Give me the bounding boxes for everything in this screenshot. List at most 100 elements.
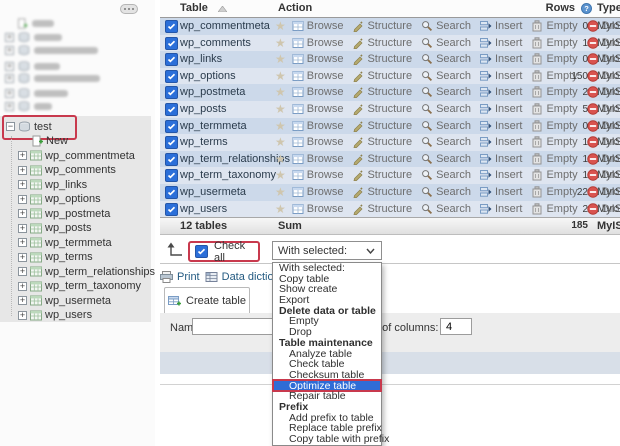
favorite-star-icon[interactable]: ★ [275, 185, 286, 199]
check-all-label[interactable]: Check all [214, 240, 258, 264]
check-all-checkbox[interactable] [195, 245, 208, 258]
table-name-link[interactable]: wp_options [180, 70, 236, 82]
search-action-link[interactable]: Search [421, 86, 471, 98]
row-checkbox[interactable] [165, 202, 178, 216]
structure-action-link[interactable]: Structure [352, 136, 412, 149]
column-header-table[interactable]: Table [180, 2, 208, 14]
row-checkbox[interactable] [165, 119, 178, 133]
search-action-link[interactable]: Search [421, 203, 471, 215]
structure-action-link[interactable]: Structure [352, 37, 412, 49]
browse-action-link[interactable]: Browse [292, 136, 343, 148]
expand-box-icon[interactable]: + [18, 151, 27, 160]
favorite-star-icon[interactable]: ★ [275, 168, 286, 182]
number-of-columns-input[interactable] [440, 318, 472, 335]
table-name-link[interactable]: wp_posts [180, 103, 226, 115]
row-checkbox[interactable] [165, 86, 178, 100]
search-action-link[interactable]: Search [421, 53, 471, 65]
expand-box-icon[interactable]: + [18, 310, 27, 320]
sidebar-item-blurred[interactable]: + [5, 73, 100, 84]
sidebar-item-blurred[interactable]: + [5, 45, 98, 56]
structure-action-link[interactable]: Structure [352, 120, 412, 132]
search-action-link[interactable]: Search [421, 153, 471, 165]
favorite-star-icon[interactable]: ★ [275, 202, 286, 216]
browse-action-link[interactable]: Browse [292, 103, 343, 115]
expand-box-icon[interactable]: + [18, 252, 27, 262]
expand-box-icon[interactable]: + [5, 62, 14, 71]
search-action-link[interactable]: Search [421, 37, 471, 49]
table-name-link[interactable]: wp_postmeta [180, 86, 245, 98]
table-name-link[interactable]: wp_usermeta [180, 186, 246, 198]
sidebar-item-table[interactable]: + wp_term_relationships [18, 264, 155, 279]
table-name-link[interactable]: wp_comments [180, 37, 251, 49]
table-name-link[interactable]: wp_termmeta [180, 120, 247, 132]
browse-action-link[interactable]: Browse [292, 70, 343, 82]
expand-box-icon[interactable]: + [5, 74, 14, 83]
search-action-link[interactable]: Search [421, 103, 471, 115]
search-action-link[interactable]: Search [421, 20, 471, 32]
column-header-rows[interactable]: Rows [515, 2, 575, 14]
expand-box-icon[interactable]: + [5, 33, 14, 42]
favorite-star-icon[interactable]: ★ [275, 85, 286, 99]
table-name-link[interactable]: wp_terms [180, 136, 228, 148]
browse-action-link[interactable]: Browse [292, 37, 343, 49]
structure-action-link[interactable]: Structure [352, 186, 412, 198]
sidebar-item-table[interactable]: + wp_posts [18, 221, 91, 236]
expand-box-icon[interactable]: + [18, 281, 27, 291]
favorite-star-icon[interactable]: ★ [275, 135, 286, 149]
sidebar-item-blurred[interactable]: + [5, 61, 60, 72]
row-checkbox[interactable] [165, 20, 178, 33]
structure-action-link[interactable]: Structure [352, 20, 412, 32]
print-link[interactable]: Print [160, 271, 200, 283]
browse-action-link[interactable]: Browse [292, 153, 343, 165]
row-checkbox[interactable] [165, 152, 178, 166]
sort-asc-icon[interactable] [218, 6, 227, 12]
expand-box-icon[interactable]: + [5, 102, 14, 111]
collapse-box-icon[interactable]: − [6, 122, 15, 131]
browse-action-link[interactable]: Browse [292, 86, 343, 98]
sidebar-item-blurred[interactable]: + [5, 101, 52, 112]
expand-box-icon[interactable]: + [18, 267, 27, 276]
row-checkbox[interactable] [165, 36, 178, 50]
column-header-type[interactable]: Type [597, 2, 620, 14]
sidebar-item-table[interactable]: + wp_users [18, 308, 92, 323]
help-icon[interactable]: ? [581, 3, 592, 14]
favorite-star-icon[interactable]: ★ [275, 19, 286, 33]
expand-box-icon[interactable]: + [18, 165, 27, 175]
row-checkbox[interactable] [165, 69, 178, 83]
table-name-link[interactable]: wp_term_taxonomy [180, 169, 276, 181]
row-checkbox[interactable] [165, 136, 178, 150]
search-action-link[interactable]: Search [421, 186, 471, 198]
table-name-link[interactable]: wp_users [180, 203, 227, 215]
browse-action-link[interactable]: Browse [292, 186, 343, 198]
browse-action-link[interactable]: Browse [292, 203, 343, 215]
sidebar-item-table[interactable]: + wp_links [18, 177, 87, 192]
structure-action-link[interactable]: Structure [352, 203, 412, 215]
table-name-link[interactable]: wp_term_relationships [180, 153, 290, 165]
favorite-star-icon[interactable]: ★ [275, 69, 286, 83]
favorite-star-icon[interactable]: ★ [275, 52, 286, 66]
browse-action-link[interactable]: Browse [292, 120, 343, 132]
sidebar-item-table[interactable]: + wp_commentmeta [18, 148, 135, 163]
browse-action-link[interactable]: Browse [292, 20, 343, 32]
expand-box-icon[interactable]: + [5, 89, 14, 98]
structure-action-link[interactable]: Structure [352, 103, 412, 115]
expand-box-icon[interactable]: + [18, 223, 27, 233]
browse-action-link[interactable]: Browse [292, 169, 343, 181]
sidebar-item-blurred[interactable]: + [5, 88, 68, 99]
structure-action-link[interactable]: Structure [352, 153, 412, 165]
search-action-link[interactable]: Search [421, 70, 471, 82]
expand-box-icon[interactable]: + [5, 46, 14, 55]
sidebar-item-table[interactable]: + wp_termmeta [18, 235, 112, 250]
dropdown-option-checksum-table[interactable]: Checksum table [273, 370, 381, 381]
expand-box-icon[interactable]: + [18, 238, 27, 247]
row-checkbox[interactable] [165, 186, 178, 199]
search-action-link[interactable]: Search [421, 136, 471, 148]
browse-action-link[interactable]: Browse [292, 53, 343, 65]
sidebar-item-table[interactable]: + wp_options [18, 192, 101, 207]
favorite-star-icon[interactable]: ★ [275, 102, 286, 116]
sidebar-item-table[interactable]: + wp_usermeta [18, 293, 111, 308]
create-table-button[interactable]: Create table [164, 287, 250, 315]
row-checkbox[interactable] [165, 169, 178, 183]
structure-action-link[interactable]: Structure [352, 53, 412, 66]
structure-action-link[interactable]: Structure [352, 169, 412, 182]
